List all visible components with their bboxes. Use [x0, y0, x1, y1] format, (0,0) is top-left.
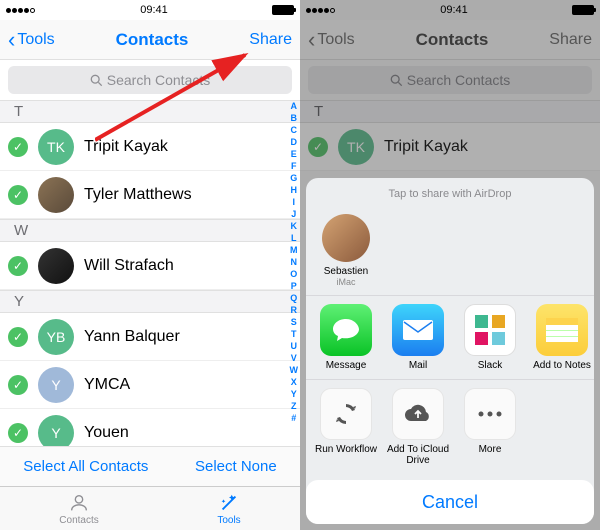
nav-bar: ‹Tools Contacts Share: [0, 20, 300, 60]
contact-row[interactable]: ✓ Will Strafach: [0, 242, 300, 290]
search-icon: [90, 74, 103, 87]
contact-name: Tripit Kayak: [84, 138, 168, 156]
airdrop-target[interactable]: Sebastien iMac: [312, 214, 380, 287]
check-icon[interactable]: ✓: [8, 375, 28, 395]
status-time: 09:41: [140, 4, 168, 16]
check-icon[interactable]: ✓: [8, 327, 28, 347]
tab-bar: Contacts Tools: [0, 486, 300, 530]
contacts-icon: [68, 492, 90, 514]
tab-contacts[interactable]: Contacts: [59, 492, 98, 526]
battery-icon: [272, 5, 294, 15]
icloud-icon: [392, 388, 444, 440]
contact-name: YMCA: [84, 376, 130, 394]
contact-name: Youen: [84, 424, 129, 442]
page-title: Contacts: [116, 30, 189, 50]
contact-row[interactable]: ✓ YB Yann Balquer: [0, 313, 300, 361]
notes-icon: [536, 304, 588, 356]
contact-name: Will Strafach: [84, 257, 174, 275]
contact-row[interactable]: ✓ Y YMCA: [0, 361, 300, 409]
section-header-y: Y: [0, 290, 300, 313]
index-bar[interactable]: ABCDEFGHIJKLMNOPQRSTUVWXYZ#: [290, 100, 299, 424]
avatar: [38, 248, 74, 284]
contact-name: Yann Balquer: [84, 328, 180, 346]
more-icon: [464, 388, 516, 440]
status-bar: 09:41: [0, 0, 300, 20]
avatar: Y: [38, 367, 74, 403]
share-slack[interactable]: Slack: [456, 304, 524, 371]
tab-tools[interactable]: Tools: [217, 492, 240, 526]
mail-icon: [392, 304, 444, 356]
avatar: YB: [38, 319, 74, 355]
check-icon[interactable]: ✓: [8, 256, 28, 276]
check-icon[interactable]: ✓: [8, 185, 28, 205]
select-none-button[interactable]: Select None: [195, 458, 277, 475]
workflow-icon: [320, 388, 372, 440]
check-icon[interactable]: ✓: [8, 423, 28, 443]
section-header-w: W: [0, 219, 300, 242]
select-all-button[interactable]: Select All Contacts: [23, 458, 148, 475]
back-button[interactable]: ‹Tools: [8, 29, 55, 51]
sheet-title: Tap to share with AirDrop: [306, 186, 594, 208]
action-icloud[interactable]: Add To iCloud Drive: [384, 388, 452, 466]
avatar: [38, 177, 74, 213]
share-message[interactable]: Message: [312, 304, 380, 371]
share-mail[interactable]: Mail: [384, 304, 452, 371]
message-icon: [320, 304, 372, 356]
search-input[interactable]: Search Contacts: [8, 66, 292, 94]
contact-name: Tyler Matthews: [84, 186, 192, 204]
share-button[interactable]: Share: [249, 31, 292, 49]
action-workflow[interactable]: Run Workflow: [312, 388, 380, 466]
section-header-t: T: [0, 100, 300, 123]
bottom-actions: Select All Contacts Select None: [0, 446, 300, 486]
cancel-button[interactable]: Cancel: [306, 480, 594, 524]
action-more[interactable]: More: [456, 388, 524, 466]
contact-row[interactable]: ✓ Tyler Matthews: [0, 171, 300, 219]
person-icon: [322, 214, 370, 262]
contact-row[interactable]: ✓ TK Tripit Kayak: [0, 123, 300, 171]
share-sheet: Tap to share with AirDrop Sebastien iMac…: [306, 178, 594, 524]
chevron-left-icon: ‹: [8, 29, 15, 51]
share-notes[interactable]: Add to Notes: [528, 304, 594, 371]
slack-icon: [464, 304, 516, 356]
wand-icon: [218, 492, 240, 514]
avatar: TK: [38, 129, 74, 165]
check-icon[interactable]: ✓: [8, 137, 28, 157]
